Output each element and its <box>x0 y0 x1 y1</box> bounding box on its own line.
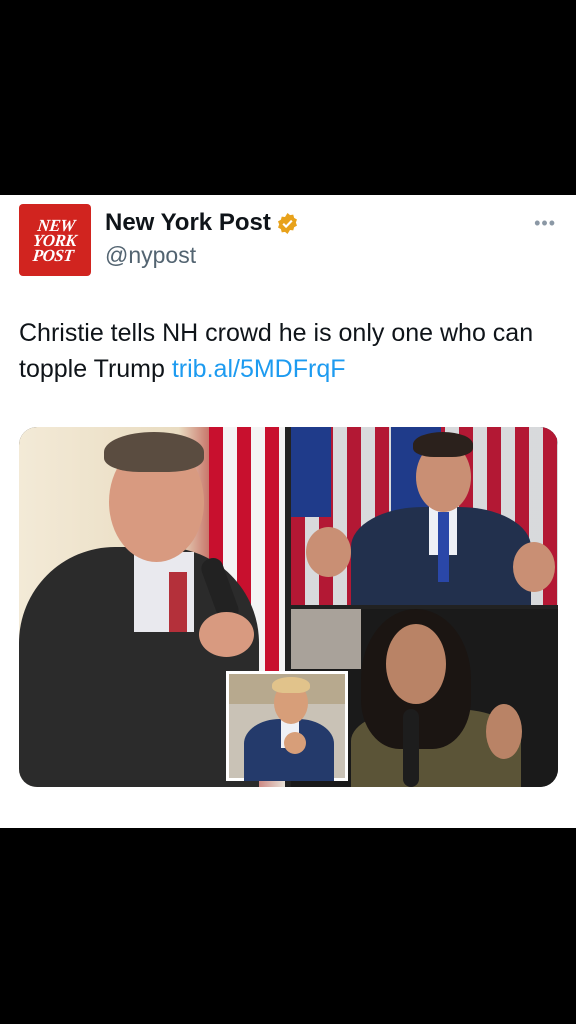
tweet-card[interactable]: NEW YORK POST New York Post @nypost ••• … <box>0 195 576 828</box>
hair <box>104 432 204 472</box>
hand-right <box>513 542 555 592</box>
flag-stars <box>291 427 331 517</box>
hand <box>199 612 254 657</box>
tie <box>438 512 449 582</box>
background <box>291 609 361 669</box>
verified-badge-icon <box>276 212 299 235</box>
hand <box>486 704 522 759</box>
photo-trump-inset[interactable] <box>226 671 348 781</box>
hand <box>284 732 306 754</box>
author-handle[interactable]: @nypost <box>105 242 196 269</box>
nypost-logo-avatar[interactable]: NEW YORK POST <box>19 204 91 276</box>
photo-desantis[interactable] <box>291 427 558 605</box>
nypost-logo: NEW YORK POST <box>31 216 79 265</box>
more-dots-icon[interactable]: ••• <box>534 213 556 234</box>
logo-line-3: POST <box>32 245 75 265</box>
head <box>386 624 446 704</box>
tweet-link[interactable]: trib.al/5MDFrqF <box>172 355 346 383</box>
hand-left <box>306 527 351 577</box>
tweet-text: Christie tells NH crowd he is only one w… <box>19 315 559 387</box>
media-grid[interactable] <box>19 427 558 787</box>
author-name-row[interactable]: New York Post <box>105 209 299 237</box>
microphone <box>403 709 419 787</box>
hair <box>413 432 473 457</box>
author-name[interactable]: New York Post <box>105 209 271 237</box>
tie <box>169 572 187 632</box>
hair <box>272 677 310 693</box>
